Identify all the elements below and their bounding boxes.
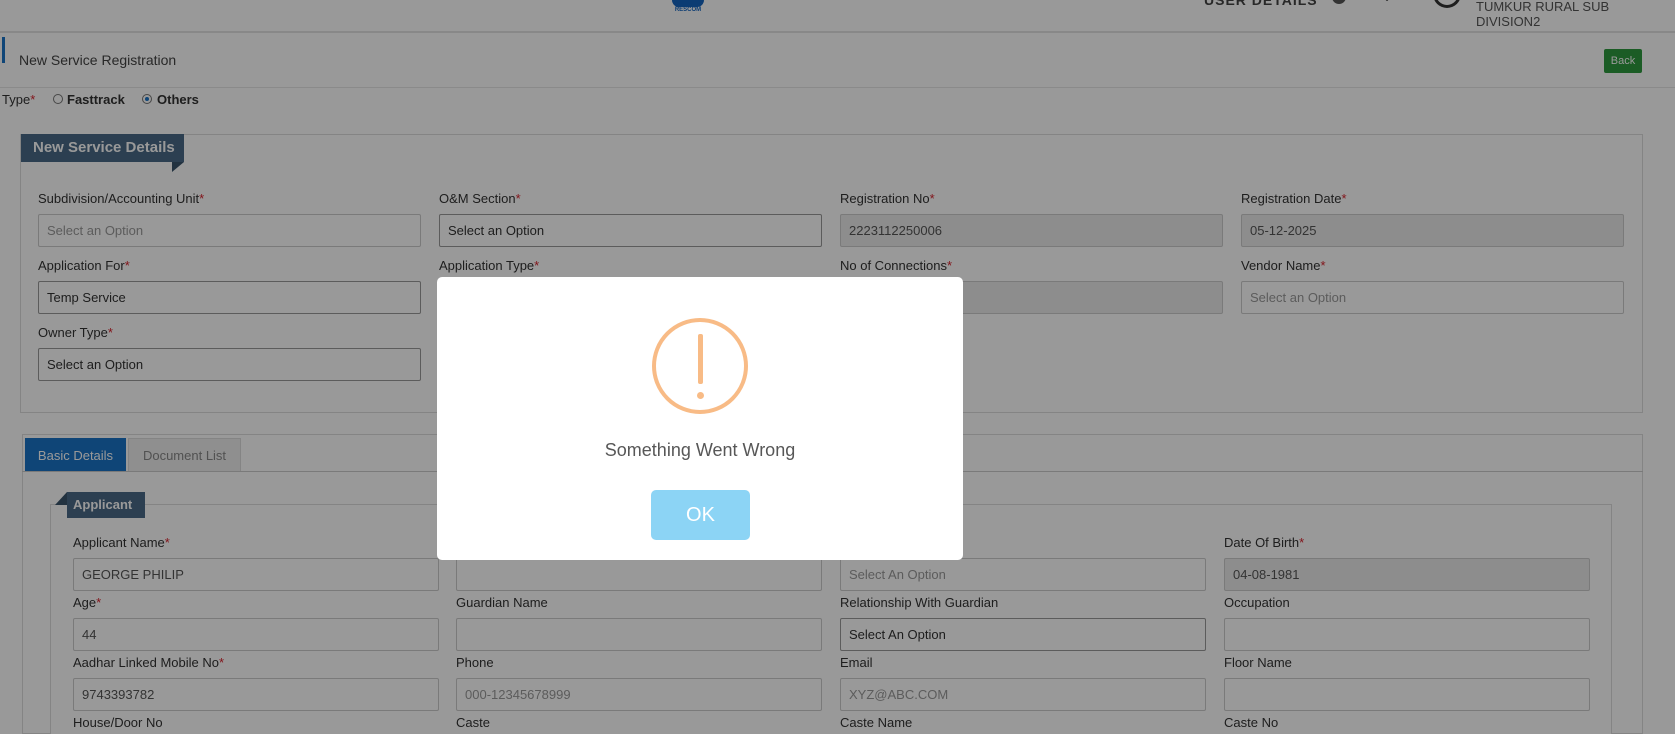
dialog-message: Something Went Wrong — [604, 440, 796, 460]
error-dialog: Something Went Wrong OK — [437, 277, 963, 560]
ok-button[interactable]: OK — [651, 490, 750, 540]
warning-icon-dot — [697, 392, 704, 399]
warning-icon — [652, 318, 748, 414]
warning-icon-bar — [698, 334, 703, 384]
